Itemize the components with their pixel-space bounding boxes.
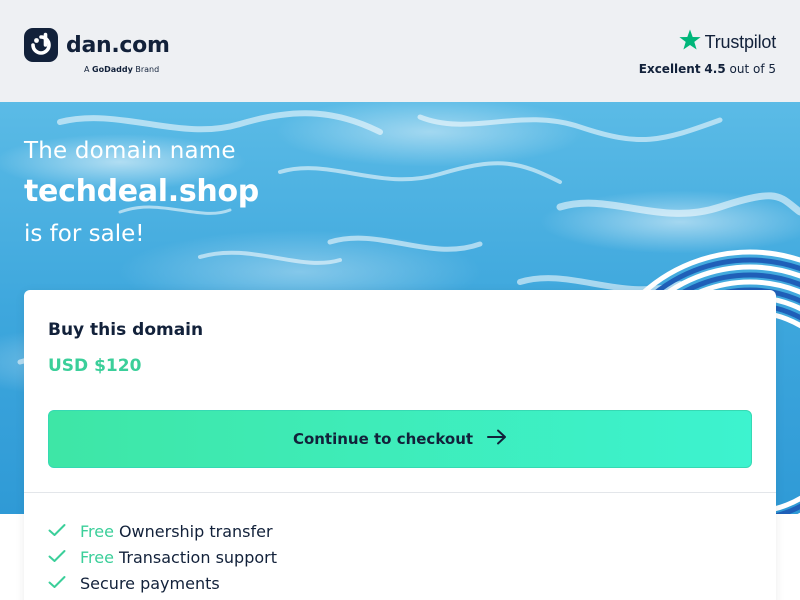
buy-domain-card: Buy this domain USD $120 Continue to che…	[24, 290, 776, 600]
hero-text: The domain name techdeal.shop is for sal…	[24, 138, 259, 247]
brand-name: GoDaddy	[92, 65, 133, 74]
brand-suffix: Brand	[135, 65, 160, 74]
site-header: dan.com A GoDaddy Brand Trustpilot Excel…	[0, 0, 800, 102]
feature-list: Free Ownership transfer Free Transaction…	[48, 518, 277, 596]
rating-value: 4.5	[704, 62, 726, 76]
trustpilot-name: Trustpilot	[704, 31, 777, 52]
check-icon	[48, 574, 68, 593]
trustpilot-rating: Excellent 4.5 out of 5	[639, 62, 776, 76]
rating-label: Excellent	[638, 62, 701, 76]
hero-intro: The domain name	[24, 138, 236, 164]
feature-item: Free Transaction support	[48, 544, 277, 570]
godaddy-brand-tagline: A GoDaddy Brand	[84, 65, 159, 74]
feature-item: Secure payments	[48, 570, 277, 596]
feature-text: Ownership transfer	[118, 521, 273, 541]
star-icon	[678, 28, 702, 56]
feature-item: Free Ownership transfer	[48, 518, 277, 544]
continue-to-checkout-button[interactable]: Continue to checkout	[48, 410, 752, 468]
card-divider	[24, 492, 776, 493]
price: USD $120	[48, 356, 142, 376]
dan-logo-icon	[24, 28, 58, 62]
dan-logo[interactable]: dan.com	[24, 28, 170, 62]
feature-text: Secure payments	[80, 573, 220, 593]
feature-free-label: Free	[80, 547, 114, 567]
hero-for-sale: is for sale!	[24, 221, 145, 247]
domain-name: techdeal.shop	[24, 174, 259, 209]
feature-text: Transaction support	[118, 547, 277, 567]
card-title: Buy this domain	[48, 320, 204, 340]
logo-name: dan.com	[66, 32, 170, 58]
checkout-label: Continue to checkout	[292, 430, 474, 448]
trustpilot-widget[interactable]: Trustpilot Excellent 4.5 out of 5	[639, 28, 776, 76]
brand-prefix: A	[84, 65, 90, 74]
check-icon	[48, 548, 68, 567]
rating-suffix: out of 5	[729, 62, 776, 76]
arrow-right-icon	[487, 429, 507, 449]
check-icon	[48, 522, 68, 541]
feature-free-label: Free	[80, 521, 114, 541]
